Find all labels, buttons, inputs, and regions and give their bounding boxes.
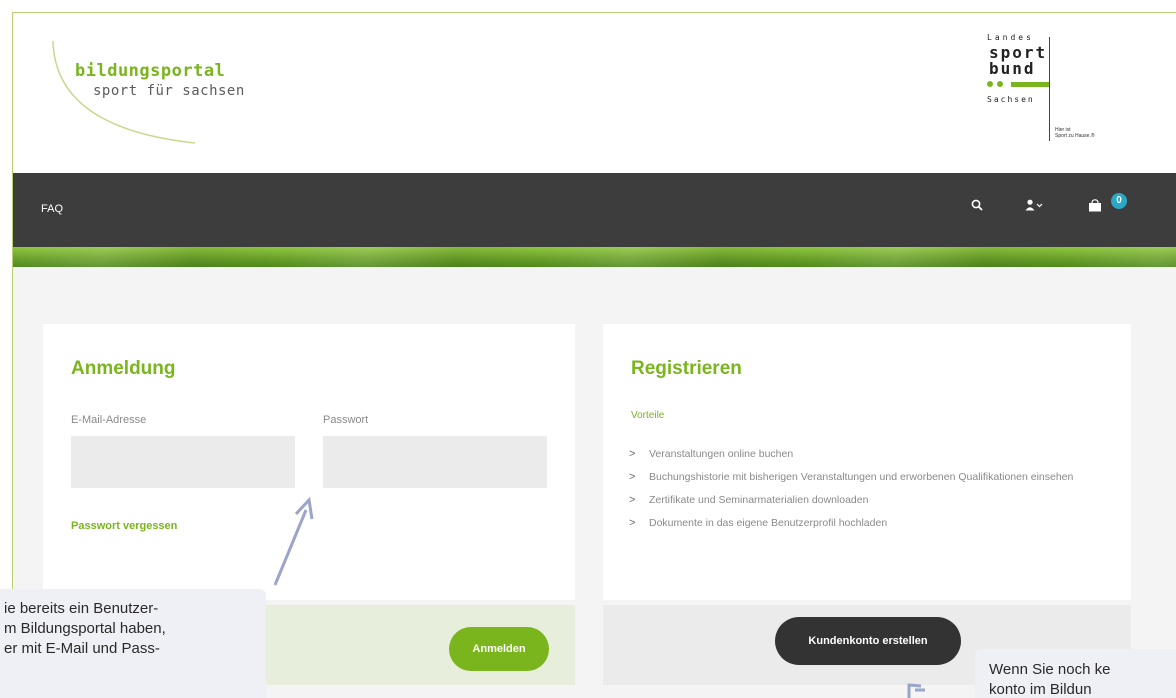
partner-logo-dots-icon (987, 81, 1049, 89)
login-button[interactable]: Anmelden (449, 627, 549, 671)
logo-subtitle[interactable]: sport für sachsen (93, 83, 245, 99)
email-field[interactable] (71, 436, 295, 488)
list-item: > Zertifikate und Seminarmaterialien down… (627, 492, 1107, 509)
partner-logo-line2: sport (989, 43, 1048, 62)
annotation-register-note: Wenn Sie noch ke konto im Bildun (975, 649, 1176, 698)
password-field[interactable] (323, 436, 547, 488)
benefits-heading: Vorteile (631, 410, 665, 421)
decorative-banner (13, 247, 1176, 267)
benefits-list: > Veranstaltungen online buchen > Buchungs… (627, 446, 1107, 538)
main-navigation: FAQ 0 (13, 173, 1176, 247)
cart-icon[interactable] (1088, 199, 1102, 215)
email-label: E-Mail-Adresse (71, 414, 147, 426)
list-item: > Dokumente in das eigene Benutzerprofil … (627, 515, 1107, 532)
partner-logo-line1: Landes (987, 33, 1034, 42)
annotation-login-note: ie bereits ein Benutzer- m Bildungsporta… (0, 589, 266, 698)
partner-logo-line3: bund (989, 59, 1036, 78)
cart-count-badge: 0 (1111, 193, 1127, 209)
create-account-button[interactable]: Kundenkonto erstellen (775, 617, 961, 665)
chevron-right-icon: > (629, 517, 636, 529)
partner-logo-line4: Sachsen (987, 95, 1035, 104)
chevron-right-icon: > (629, 494, 636, 506)
login-card: Anmeldung E-Mail-Adresse Passwort Passwo… (43, 324, 575, 600)
list-item: > Buchungshistorie mit bisherigen Veranst… (627, 469, 1107, 486)
forgot-password-link[interactable]: Passwort vergessen (71, 520, 177, 532)
search-icon[interactable] (971, 199, 983, 214)
logo-title[interactable]: bildungsportal (75, 61, 225, 81)
partner-logo[interactable]: Landes sport bund Sachsen Hier ist Sport… (983, 33, 1095, 143)
user-icon[interactable] (1025, 199, 1043, 214)
list-item: > Veranstaltungen online buchen (627, 446, 1107, 463)
register-title: Registrieren (631, 358, 742, 379)
nav-faq-link[interactable]: FAQ (41, 203, 63, 215)
password-label: Passwort (323, 414, 369, 426)
chevron-right-icon: > (629, 448, 636, 460)
partner-logo-divider (1049, 37, 1050, 141)
login-title: Anmeldung (71, 358, 176, 379)
site-header: bildungsportal sport für sachsen Landes … (13, 13, 1176, 173)
partner-logo-slogan: Hier ist Sport zu Hause.® (1055, 127, 1095, 139)
chevron-right-icon: > (629, 471, 636, 483)
register-card: Registrieren Vorteile > Veranstaltungen o… (603, 324, 1131, 600)
